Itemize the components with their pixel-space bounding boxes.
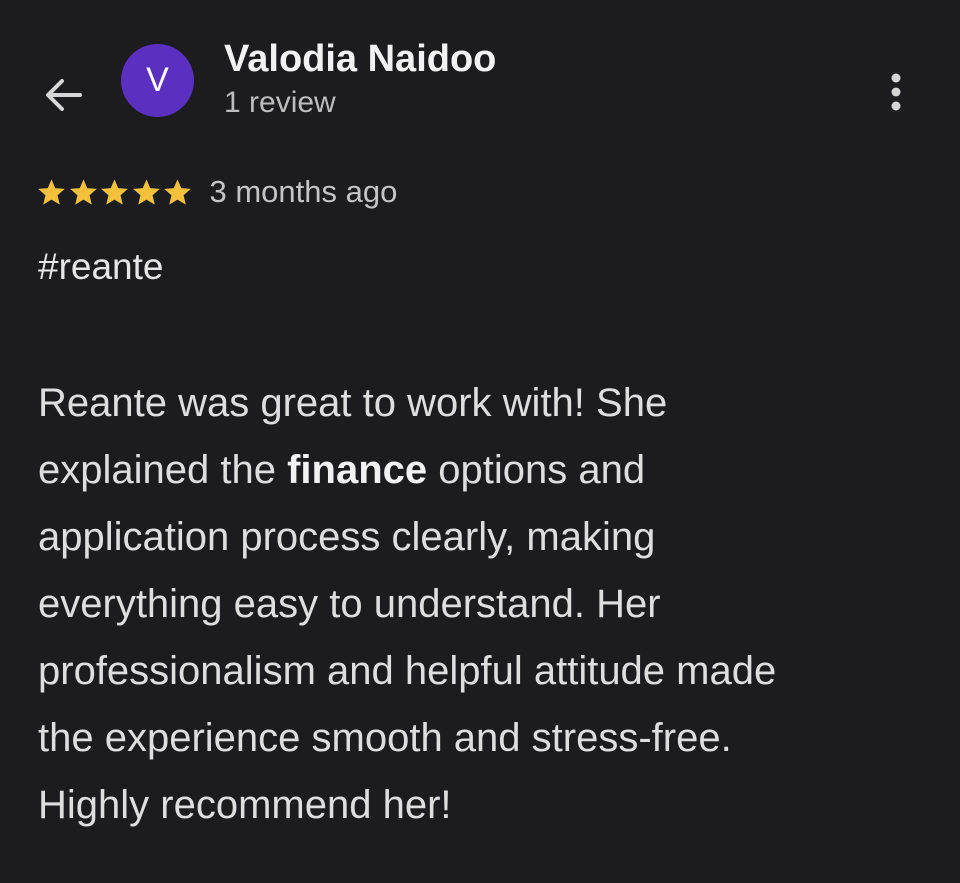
review-text-line: explained the finance options and (38, 437, 938, 504)
review-time: 3 months ago (209, 174, 398, 209)
review-text-highlight: finance (287, 448, 428, 492)
star-icon (132, 178, 160, 205)
review-text-segment: everything easy to understand. Her (38, 582, 661, 626)
more-vertical-icon (891, 73, 901, 111)
arrow-left-icon (46, 79, 82, 111)
reviewer-name[interactable]: Valodia Naidoo (224, 38, 496, 81)
star-icon (101, 178, 128, 205)
review-header: V Valodia Naidoo 1 review (0, 0, 960, 160)
review-text-line: Reante was great to work with! She (38, 370, 938, 437)
star-icon (38, 178, 65, 205)
review-text-segment: Highly recommend her! (38, 783, 452, 827)
rating-row: 3 months ago (36, 170, 397, 214)
review-count: 1 review (224, 86, 336, 119)
review-text-line: application process clearly, making (38, 504, 938, 571)
star-icon (69, 178, 97, 205)
review-text-line: the experience smooth and stress-free. (38, 705, 938, 772)
review-text-line: everything easy to understand. Her (38, 571, 938, 638)
review-text-segment: Reante was great to work with! She (38, 381, 668, 425)
star-rating (36, 177, 194, 208)
star-icon (164, 178, 191, 205)
review-text-segment: explained the (38, 448, 288, 492)
review-text-segment: application process clearly, making (38, 515, 656, 559)
review-text-line: professionalism and helpful attitude mad… (38, 638, 938, 705)
back-button[interactable] (40, 72, 88, 120)
review-text-segment: professionalism and helpful attitude mad… (38, 649, 777, 693)
review-text-segment: options and (427, 448, 646, 492)
more-options-button[interactable] (872, 68, 920, 116)
review-hashtag[interactable]: #reante (38, 246, 164, 288)
avatar-letter: V (146, 61, 169, 99)
review-text-segment: the experience smooth and stress-free. (38, 716, 732, 760)
review-text: Reante was great to work with! She explai… (38, 370, 938, 839)
review-text-line: Highly recommend her! (38, 772, 938, 839)
avatar[interactable]: V (121, 44, 194, 117)
